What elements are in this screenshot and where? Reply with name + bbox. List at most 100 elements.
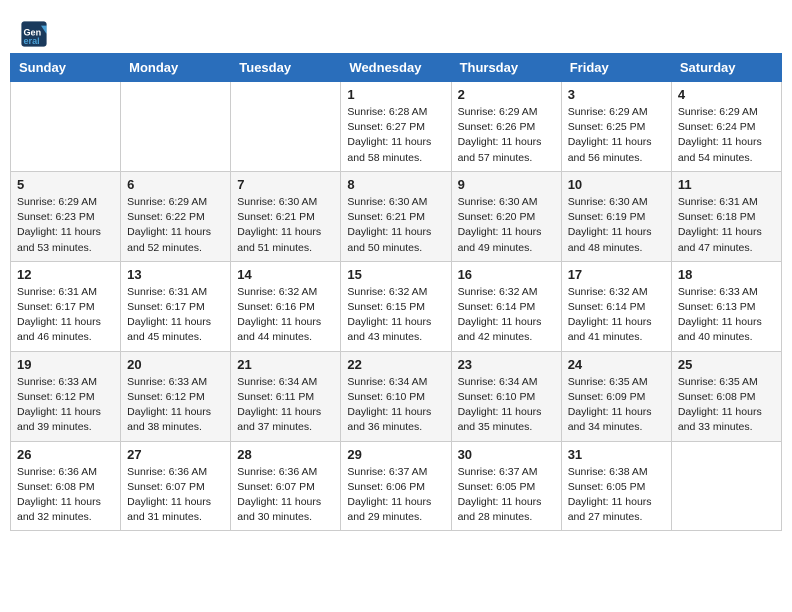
calendar-week-5: 26 Sunrise: 6:36 AM Sunset: 6:08 PM Dayli… [11, 441, 782, 531]
calendar-cell [231, 82, 341, 172]
day-number: 21 [237, 357, 334, 372]
day-number: 6 [127, 177, 224, 192]
calendar-cell: 27 Sunrise: 6:36 AM Sunset: 6:07 PM Dayli… [121, 441, 231, 531]
calendar-cell: 8 Sunrise: 6:30 AM Sunset: 6:21 PM Daylig… [341, 171, 451, 261]
day-number: 14 [237, 267, 334, 282]
day-info: Sunrise: 6:30 AM Sunset: 6:21 PM Dayligh… [347, 195, 444, 256]
calendar-body: 1 Sunrise: 6:28 AM Sunset: 6:27 PM Daylig… [11, 82, 782, 531]
day-number: 28 [237, 447, 334, 462]
day-number: 5 [17, 177, 114, 192]
calendar-cell: 10 Sunrise: 6:30 AM Sunset: 6:19 PM Dayli… [561, 171, 671, 261]
day-number: 4 [678, 87, 775, 102]
day-info: Sunrise: 6:29 AM Sunset: 6:22 PM Dayligh… [127, 195, 224, 256]
day-number: 29 [347, 447, 444, 462]
day-info: Sunrise: 6:33 AM Sunset: 6:12 PM Dayligh… [127, 375, 224, 436]
calendar-cell: 22 Sunrise: 6:34 AM Sunset: 6:10 PM Dayli… [341, 351, 451, 441]
day-header-tuesday: Tuesday [231, 54, 341, 82]
day-info: Sunrise: 6:31 AM Sunset: 6:17 PM Dayligh… [17, 285, 114, 346]
calendar-cell: 18Sunrise: 6:33 AM Sunset: 6:13 PM Dayli… [671, 261, 781, 351]
calendar-cell: 26 Sunrise: 6:36 AM Sunset: 6:08 PM Dayli… [11, 441, 121, 531]
day-number: 7 [237, 177, 334, 192]
day-info: Sunrise: 6:32 AM Sunset: 6:16 PM Dayligh… [237, 285, 334, 346]
day-number: 30 [458, 447, 555, 462]
calendar-cell: 28 Sunrise: 6:36 AM Sunset: 6:07 PM Dayli… [231, 441, 341, 531]
day-info: Sunrise: 6:30 AM Sunset: 6:19 PM Dayligh… [568, 195, 665, 256]
day-info: Sunrise: 6:36 AM Sunset: 6:07 PM Dayligh… [237, 465, 334, 526]
day-info: Sunrise: 6:30 AM Sunset: 6:21 PM Dayligh… [237, 195, 334, 256]
day-info: Sunrise: 6:32 AM Sunset: 6:14 PM Dayligh… [458, 285, 555, 346]
calendar-week-2: 5 Sunrise: 6:29 AM Sunset: 6:23 PM Daylig… [11, 171, 782, 261]
day-info: Sunrise: 6:31 AM Sunset: 6:17 PM Dayligh… [127, 285, 224, 346]
day-number: 18 [678, 267, 775, 282]
calendar-cell: 16 Sunrise: 6:32 AM Sunset: 6:14 PM Dayli… [451, 261, 561, 351]
day-number: 12 [17, 267, 114, 282]
day-header-wednesday: Wednesday [341, 54, 451, 82]
day-info: Sunrise: 6:35 AM Sunset: 6:09 PM Dayligh… [568, 375, 665, 436]
day-number: 15 [347, 267, 444, 282]
day-info: Sunrise: 6:29 AM Sunset: 6:24 PM Dayligh… [678, 105, 775, 166]
day-info: Sunrise: 6:32 AM Sunset: 6:14 PM Dayligh… [568, 285, 665, 346]
day-number: 22 [347, 357, 444, 372]
calendar-header: SundayMondayTuesdayWednesdayThursdayFrid… [11, 54, 782, 82]
day-number: 25 [678, 357, 775, 372]
day-number: 27 [127, 447, 224, 462]
day-number: 11 [678, 177, 775, 192]
day-info: Sunrise: 6:38 AM Sunset: 6:05 PM Dayligh… [568, 465, 665, 526]
calendar-cell: 7 Sunrise: 6:30 AM Sunset: 6:21 PM Daylig… [231, 171, 341, 261]
calendar-table: SundayMondayTuesdayWednesdayThursdayFrid… [10, 53, 782, 531]
day-info: Sunrise: 6:37 AM Sunset: 6:06 PM Dayligh… [347, 465, 444, 526]
day-info: Sunrise: 6:36 AM Sunset: 6:08 PM Dayligh… [17, 465, 114, 526]
day-info: Sunrise: 6:34 AM Sunset: 6:10 PM Dayligh… [347, 375, 444, 436]
day-number: 8 [347, 177, 444, 192]
day-number: 23 [458, 357, 555, 372]
day-header-thursday: Thursday [451, 54, 561, 82]
calendar-week-3: 12 Sunrise: 6:31 AM Sunset: 6:17 PM Dayli… [11, 261, 782, 351]
calendar-cell: 1 Sunrise: 6:28 AM Sunset: 6:27 PM Daylig… [341, 82, 451, 172]
calendar-cell: 4 Sunrise: 6:29 AM Sunset: 6:24 PM Daylig… [671, 82, 781, 172]
calendar-cell: 6 Sunrise: 6:29 AM Sunset: 6:22 PM Daylig… [121, 171, 231, 261]
day-info: Sunrise: 6:33 AM Sunset: 6:12 PM Dayligh… [17, 375, 114, 436]
day-number: 19 [17, 357, 114, 372]
calendar-cell: 3 Sunrise: 6:29 AM Sunset: 6:25 PM Daylig… [561, 82, 671, 172]
day-info: Sunrise: 6:37 AM Sunset: 6:05 PM Dayligh… [458, 465, 555, 526]
calendar-cell: 5 Sunrise: 6:29 AM Sunset: 6:23 PM Daylig… [11, 171, 121, 261]
day-header-monday: Monday [121, 54, 231, 82]
day-number: 13 [127, 267, 224, 282]
svg-text:eral: eral [24, 36, 40, 46]
calendar-week-4: 19 Sunrise: 6:33 AM Sunset: 6:12 PM Dayli… [11, 351, 782, 441]
day-number: 26 [17, 447, 114, 462]
calendar-cell: 9Sunrise: 6:30 AM Sunset: 6:20 PM Daylig… [451, 171, 561, 261]
calendar-cell: 23Sunrise: 6:34 AM Sunset: 6:10 PM Dayli… [451, 351, 561, 441]
calendar-cell: 11 Sunrise: 6:31 AM Sunset: 6:18 PM Dayli… [671, 171, 781, 261]
calendar-cell: 24 Sunrise: 6:35 AM Sunset: 6:09 PM Dayli… [561, 351, 671, 441]
day-header-saturday: Saturday [671, 54, 781, 82]
day-info: Sunrise: 6:32 AM Sunset: 6:15 PM Dayligh… [347, 285, 444, 346]
calendar-cell [671, 441, 781, 531]
day-number: 24 [568, 357, 665, 372]
day-number: 17 [568, 267, 665, 282]
day-header-sunday: Sunday [11, 54, 121, 82]
day-info: Sunrise: 6:28 AM Sunset: 6:27 PM Dayligh… [347, 105, 444, 166]
calendar-week-1: 1 Sunrise: 6:28 AM Sunset: 6:27 PM Daylig… [11, 82, 782, 172]
day-info: Sunrise: 6:30 AM Sunset: 6:20 PM Dayligh… [458, 195, 555, 256]
day-number: 16 [458, 267, 555, 282]
day-info: Sunrise: 6:36 AM Sunset: 6:07 PM Dayligh… [127, 465, 224, 526]
day-info: Sunrise: 6:34 AM Sunset: 6:11 PM Dayligh… [237, 375, 334, 436]
day-info: Sunrise: 6:35 AM Sunset: 6:08 PM Dayligh… [678, 375, 775, 436]
day-number: 31 [568, 447, 665, 462]
day-number: 1 [347, 87, 444, 102]
calendar-cell: 15 Sunrise: 6:32 AM Sunset: 6:15 PM Dayli… [341, 261, 451, 351]
day-number: 3 [568, 87, 665, 102]
calendar-cell: 12 Sunrise: 6:31 AM Sunset: 6:17 PM Dayli… [11, 261, 121, 351]
calendar-cell: 13 Sunrise: 6:31 AM Sunset: 6:17 PM Dayli… [121, 261, 231, 351]
day-info: Sunrise: 6:29 AM Sunset: 6:25 PM Dayligh… [568, 105, 665, 166]
calendar-cell: 30 Sunrise: 6:37 AM Sunset: 6:05 PM Dayli… [451, 441, 561, 531]
logo-icon: Gen eral [20, 20, 48, 48]
day-number: 2 [458, 87, 555, 102]
calendar-cell [121, 82, 231, 172]
day-number: 10 [568, 177, 665, 192]
day-info: Sunrise: 6:29 AM Sunset: 6:23 PM Dayligh… [17, 195, 114, 256]
day-info: Sunrise: 6:31 AM Sunset: 6:18 PM Dayligh… [678, 195, 775, 256]
calendar-cell: 14 Sunrise: 6:32 AM Sunset: 6:16 PM Dayli… [231, 261, 341, 351]
calendar-cell: 29 Sunrise: 6:37 AM Sunset: 6:06 PM Dayli… [341, 441, 451, 531]
